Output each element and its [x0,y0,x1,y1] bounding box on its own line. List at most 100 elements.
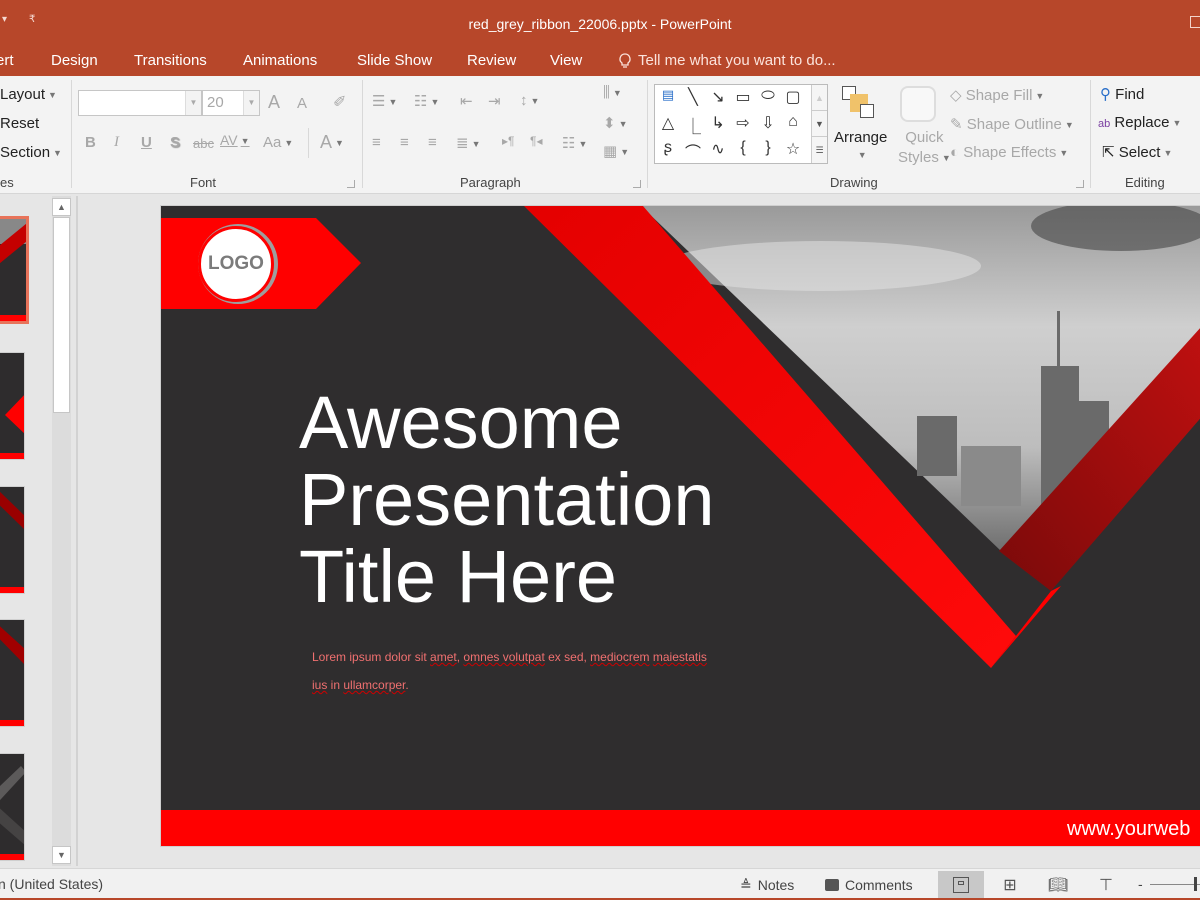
increase-indent-icon[interactable]: ⇥ [488,92,501,110]
justify-icon[interactable]: ≣ ▼ [456,134,481,152]
rounded-rectangle-shape-icon[interactable]: ▢ [782,87,804,107]
tab-slide-show[interactable]: Slide Show [357,52,432,69]
slide-canvas[interactable]: LOGO Awesome Presentation Title Here Lor… [161,206,1200,846]
select-button[interactable]: ⇱ Select ▼ [1102,143,1172,161]
gallery-scroll-down-icon[interactable]: ▼ [812,111,827,137]
scroll-up-icon[interactable]: ▲ [52,198,71,216]
paragraph-dialog-launcher-icon[interactable] [633,180,641,188]
align-center-icon[interactable]: ≡ [400,134,409,151]
quick-styles-button[interactable]: Quick Styles ▼ [898,128,951,168]
zoom-slider-handle[interactable] [1193,877,1197,891]
slide-thumbnail-2[interactable] [0,352,25,460]
slide-sorter-view-button[interactable]: ⊞ [987,871,1033,899]
right-brace-shape-icon[interactable]: } [757,139,779,157]
star-shape-icon[interactable]: ☆ [782,139,804,159]
scroll-down-icon[interactable]: ▼ [52,846,71,864]
right-arrow-shape-icon[interactable]: ⇨ [732,113,754,133]
rectangle-shape-icon[interactable]: ▭ [732,87,754,107]
tell-me-search[interactable]: Tell me what you want to do... [618,52,836,69]
underline-button[interactable]: U [141,134,152,151]
decrease-font-size-icon[interactable]: A [297,95,307,112]
arrange-button[interactable]: Arrange ▼ [834,129,887,163]
align-left-icon[interactable]: ≡ [372,134,381,151]
slide-thumbnail-1[interactable] [0,216,29,324]
character-spacing-button[interactable]: AV ▼ [220,132,250,148]
left-brace-shape-icon[interactable]: { [732,139,754,157]
website-url[interactable]: www.yourweb [1067,818,1190,841]
shape-outline-button[interactable]: ✎ Shape Outline ▼ [950,115,1074,133]
chevron-down-icon[interactable]: ▼ [243,91,259,115]
reset-button[interactable]: Reset [0,115,39,132]
shape-effects-button[interactable]: ◐ Shape Effects ▼ [950,144,1068,161]
font-name-combo[interactable]: ▼ [78,90,202,116]
replace-button[interactable]: ab Replace ▼ [1098,114,1181,131]
slide-thumbnail-3[interactable] [0,486,25,594]
ribbon-display-options-icon[interactable] [1190,16,1200,28]
thumbnail-scrollbar[interactable]: ▲ ▼ [52,196,71,866]
slide-subtitle[interactable]: Lorem ipsum dolor sit amet, omnes volutp… [312,643,712,699]
tab-transitions[interactable]: Transitions [134,52,207,69]
align-text-icon[interactable]: ⬍ ▼ [603,114,628,132]
layout-button[interactable]: Layout ▼ [0,86,57,103]
curve-shape-icon[interactable]: ∿ [707,139,729,159]
shape-fill-button[interactable]: ◇ Shape Fill ▼ [950,86,1044,104]
slide-thumbnail-4[interactable] [0,619,25,727]
tab-review[interactable]: Review [467,52,516,69]
comments-button[interactable]: Comments [825,873,913,897]
bold-button[interactable]: B [85,134,96,151]
rtl-text-icon[interactable]: ¶◂ [530,134,542,148]
drawing-dialog-launcher-icon[interactable] [1076,180,1084,188]
decrease-indent-icon[interactable]: ⇤ [460,92,473,110]
scrollbar-thumb[interactable] [53,217,70,413]
tab-animations[interactable]: Animations [243,52,317,69]
bullets-icon[interactable]: ☰ ▼ [372,92,397,110]
slideshow-view-button[interactable]: ⊤ [1083,871,1129,899]
gallery-more-icon[interactable]: ☰ [812,137,827,163]
smartart-icon[interactable]: ▦ ▼ [603,142,629,160]
strikethrough-button[interactable]: abc [193,136,214,151]
text-shadow-button[interactable]: S [170,134,180,151]
chevron-down-icon[interactable]: ▼ [185,91,201,115]
font-size-combo[interactable]: 20 ▼ [202,90,260,116]
text-direction-icon[interactable]: ⫼ ▼ [603,84,622,101]
oval-shape-icon[interactable]: ⬭ [757,87,779,105]
arc-shape-icon[interactable]: ⌒ [682,139,704,163]
find-button[interactable]: ⚲ Find [1100,85,1144,103]
zoom-slider[interactable] [1150,884,1200,885]
ltr-text-icon[interactable]: ▸¶ [502,134,514,148]
change-case-button[interactable]: Aa ▼ [263,134,293,151]
normal-view-button[interactable] [938,871,984,899]
elbow-connector-shape-icon[interactable]: ⎿ [682,113,704,137]
panel-divider[interactable] [76,196,78,866]
elbow-arrow-shape-icon[interactable]: ↳ [707,113,729,133]
gallery-scroll-up-icon[interactable]: ▲ [812,85,827,111]
shapes-gallery[interactable]: ▤ ╲ ↘ ▭ ⬭ ▢ △ ⎿ ↳ ⇨ ⇩ ⌂ ʂ ⌒ ∿ { } ☆ ▲ ▼ … [654,84,828,164]
zoom-out-button[interactable]: - [1138,876,1143,892]
italic-button[interactable]: I [114,134,119,151]
font-dialog-launcher-icon[interactable] [347,180,355,188]
arrow-line-shape-icon[interactable]: ↘ [707,87,729,107]
freeform-shape-icon[interactable]: ʂ [657,139,679,157]
line-shape-icon[interactable]: ╲ [682,87,704,107]
numbering-icon[interactable]: ☷ ▼ [414,92,439,110]
reading-view-button[interactable]: 📖︎ [1035,871,1081,899]
align-right-icon[interactable]: ≡ [428,134,437,151]
clear-formatting-icon[interactable]: ✐ [333,92,346,112]
line-spacing-icon[interactable]: ↕ ▼ [520,92,539,109]
logo-placeholder[interactable]: LOGO [198,226,274,302]
down-arrow-shape-icon[interactable]: ⇩ [757,113,779,133]
language-indicator[interactable]: n (United States) [0,876,103,892]
tab-design[interactable]: Design [51,52,98,69]
columns-icon[interactable]: ☷ ▼ [562,134,587,152]
notes-button[interactable]: ≜ Notes [740,873,794,897]
section-button[interactable]: Section ▼ [0,144,62,161]
text-box-shape-icon[interactable]: ▤ [657,87,679,103]
triangle-shape-icon[interactable]: △ [657,113,679,133]
tab-insert[interactable]: ert [0,52,14,69]
tab-view[interactable]: View [550,52,582,69]
snip-shape-icon[interactable]: ⌂ [782,113,804,131]
slide-title[interactable]: Awesome Presentation Title Here [299,384,715,615]
font-color-button[interactable]: A ▼ [320,132,344,153]
slide-thumbnail-5[interactable] [0,753,25,861]
increase-font-size-icon[interactable]: A [268,92,280,113]
